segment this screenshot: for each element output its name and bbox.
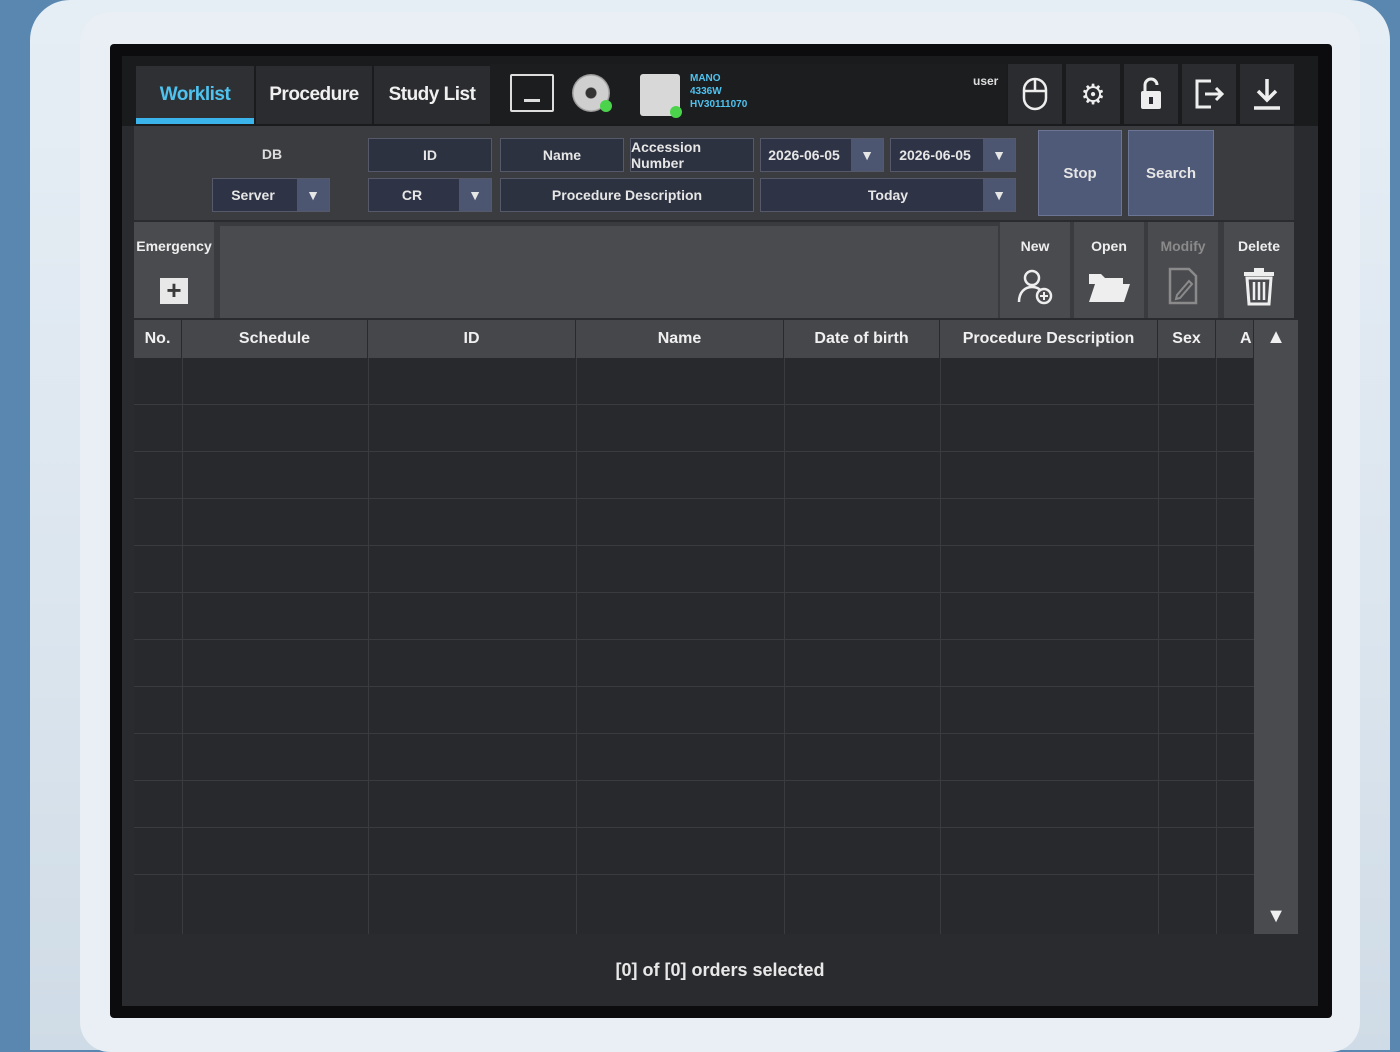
column-divider (182, 358, 183, 934)
emergency-label: Emergency (136, 238, 212, 254)
date-range-select[interactable]: Today ▼ (760, 178, 1016, 212)
date-to-select[interactable]: 2026-06-05 ▼ (890, 138, 1016, 172)
column-divider (1158, 358, 1159, 934)
table-row[interactable] (134, 640, 1254, 687)
delete-button[interactable]: Delete (1224, 222, 1294, 318)
mouse-button[interactable] (1008, 64, 1062, 124)
settings-icon: ⚙ (1080, 78, 1106, 110)
new-button[interactable]: New (1000, 222, 1070, 318)
logout-icon (1195, 79, 1225, 109)
table-header: No. Schedule ID Name Date of birth Proce… (134, 320, 1254, 358)
db-select[interactable]: Server ▼ (212, 178, 330, 212)
column-header-procedure-description[interactable]: Procedure Description (940, 320, 1158, 358)
date-from-select[interactable]: 2026-06-05 ▼ (760, 138, 884, 172)
table-row[interactable] (134, 687, 1254, 734)
date-range-value: Today (867, 187, 909, 203)
folder-open-icon (1074, 266, 1144, 315)
table-row[interactable] (134, 499, 1254, 546)
column-header-sex[interactable]: Sex (1158, 320, 1216, 358)
trash-icon (1224, 266, 1294, 315)
open-label: Open (1091, 238, 1127, 254)
action-bar: Emergency + New Open Modify Delete (134, 222, 1294, 318)
worklist-app: Worklist Procedure Study List MANO 4336W… (122, 56, 1318, 1006)
modality-value: CR (401, 187, 423, 203)
column-header-date-of-birth[interactable]: Date of birth (784, 320, 940, 358)
detector-model: MANO (690, 73, 721, 84)
logout-button[interactable] (1182, 64, 1236, 124)
db-label: DB (261, 146, 283, 162)
search-button[interactable]: Search (1128, 130, 1214, 216)
monitor-icon[interactable] (510, 74, 554, 112)
scroll-up-icon[interactable]: ▲ (1254, 326, 1298, 349)
table-row[interactable] (134, 828, 1254, 875)
table-row[interactable] (134, 405, 1254, 452)
add-patient-icon (1000, 266, 1070, 315)
delete-label: Delete (1237, 238, 1281, 254)
tab-procedure[interactable]: Procedure (256, 66, 372, 124)
lock-button[interactable] (1124, 64, 1178, 124)
new-label: New (1020, 238, 1050, 254)
id-filter[interactable]: ID (368, 138, 492, 172)
disc-status-dot (600, 100, 612, 112)
date-to-value: 2026-06-05 (899, 147, 971, 163)
column-divider (368, 358, 369, 934)
detector-status-dot (670, 106, 682, 118)
table-row[interactable] (134, 546, 1254, 593)
detector-size: 4336W (690, 86, 722, 97)
column-header-schedule[interactable]: Schedule (182, 320, 368, 358)
chevron-down-icon[interactable]: ▼ (983, 179, 1015, 211)
top-bar: Worklist Procedure Study List MANO 4336W… (122, 56, 1318, 126)
column-header-id[interactable]: ID (368, 320, 576, 358)
table-body (134, 358, 1254, 934)
column-divider (1216, 358, 1217, 934)
worklist-table: No. Schedule ID Name Date of birth Proce… (134, 320, 1254, 934)
column-header-name[interactable]: Name (576, 320, 784, 358)
download-icon (1254, 79, 1280, 110)
chevron-down-icon[interactable]: ▼ (459, 179, 491, 211)
table-row[interactable] (134, 875, 1254, 922)
procedure-description-filter[interactable]: Procedure Description (500, 178, 754, 212)
table-row[interactable] (134, 358, 1254, 405)
table-scrollbar[interactable]: ▲ ▼ (1254, 320, 1298, 934)
tab-worklist[interactable]: Worklist (136, 66, 254, 124)
accession-number-filter[interactable]: Accession Number (630, 138, 754, 172)
table-row[interactable] (134, 781, 1254, 828)
chevron-down-icon[interactable]: ▼ (851, 139, 883, 171)
column-header-a[interactable]: A (1216, 320, 1254, 358)
detector-info: MANO 4336W HV30111070 (690, 72, 747, 111)
emergency-button[interactable]: Emergency + (134, 222, 214, 318)
open-button[interactable]: Open (1074, 222, 1144, 318)
settings-button[interactable]: ⚙ (1066, 64, 1120, 124)
chevron-down-icon[interactable]: ▼ (297, 179, 329, 211)
download-button[interactable] (1240, 64, 1294, 124)
db-value: Server (231, 187, 275, 203)
device-status-panel: MANO 4336W HV30111070 user (490, 64, 1006, 124)
chevron-down-icon[interactable]: ▼ (983, 139, 1015, 171)
unlock-icon (1141, 77, 1161, 109)
date-from-value: 2026-06-05 (768, 147, 840, 163)
modality-select[interactable]: CR ▼ (368, 178, 492, 212)
detector-serial: HV30111070 (690, 99, 748, 110)
scroll-down-icon[interactable]: ▼ (1254, 905, 1298, 928)
info-panel (220, 226, 998, 318)
tab-study-list[interactable]: Study List (374, 66, 490, 124)
mouse-icon (1022, 77, 1048, 111)
column-divider (576, 358, 577, 934)
modify-button[interactable]: Modify (1148, 222, 1218, 318)
modify-label: Modify (1160, 238, 1206, 254)
table-row[interactable] (134, 593, 1254, 640)
name-filter[interactable]: Name (500, 138, 624, 172)
column-header-no[interactable]: No. (134, 320, 182, 358)
edit-document-icon (1148, 266, 1218, 315)
table-row[interactable] (134, 452, 1254, 499)
column-divider (940, 358, 941, 934)
plus-icon: + (160, 277, 188, 304)
stop-button[interactable]: Stop (1038, 130, 1122, 216)
column-divider (784, 358, 785, 934)
table-row[interactable] (134, 734, 1254, 781)
search-panel: DB Server ▼ ID CR ▼ Name Accession Numbe… (134, 126, 1294, 220)
selection-status: [0] of [0] orders selected (122, 934, 1318, 1006)
user-label: user (973, 74, 999, 88)
